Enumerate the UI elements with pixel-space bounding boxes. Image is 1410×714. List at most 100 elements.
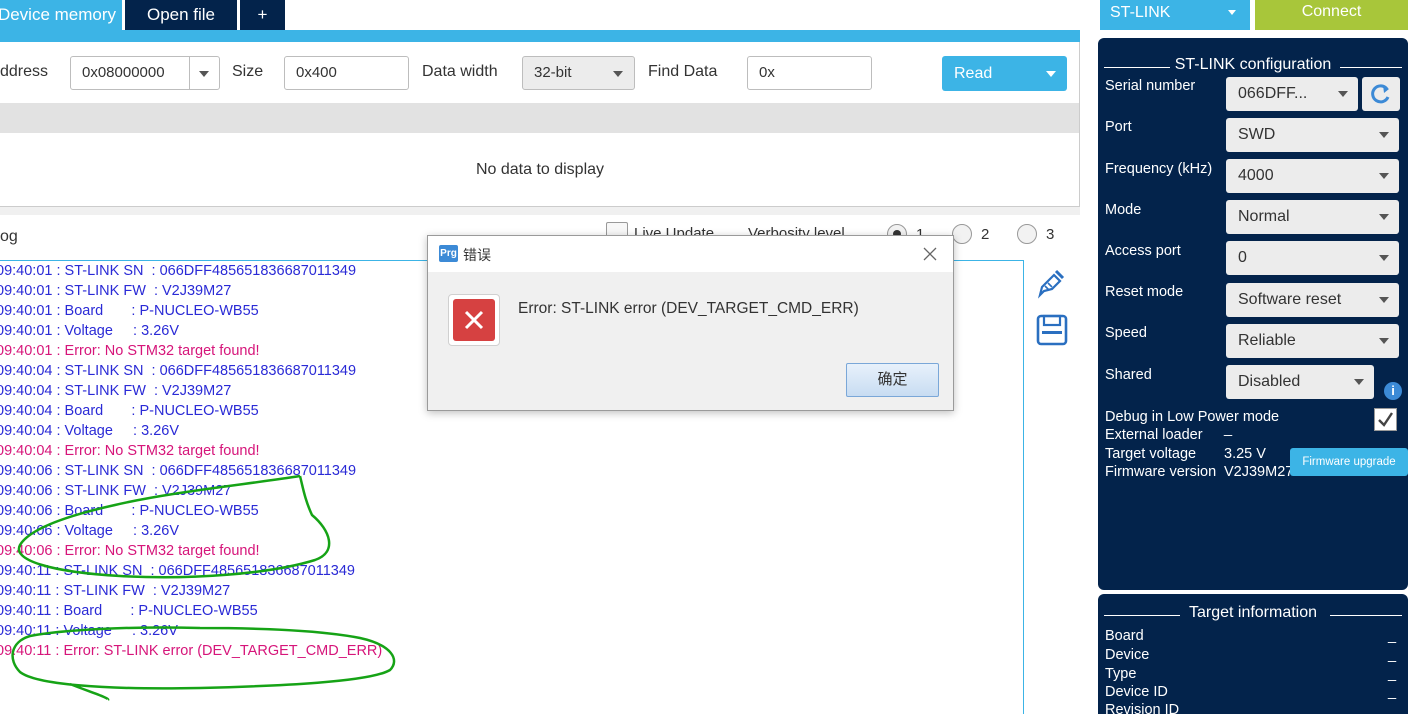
error-dialog: Prg 错误 Error: ST-LINK error (DEV_TARGET_… xyxy=(427,235,954,411)
chevron-down-icon[interactable] xyxy=(199,71,209,77)
target-info-panel: Target information Board _ Device _ Type… xyxy=(1098,594,1408,714)
interface-value: ST-LINK xyxy=(1110,4,1171,21)
target-voltage-label: Target voltage xyxy=(1105,446,1197,462)
dialog-titlebar: Prg 错误 xyxy=(428,236,953,272)
port-value: SWD xyxy=(1238,126,1276,143)
close-icon[interactable] xyxy=(922,246,938,262)
title-rule-right xyxy=(1340,67,1402,68)
tab-device-memory[interactable]: Device memory xyxy=(0,0,122,30)
verbosity-radio-3[interactable] xyxy=(1017,224,1037,244)
reset-mode-select[interactable]: Software reset xyxy=(1226,283,1399,317)
log-line: 09:40:11 : Board : P-NUCLEO-WB55 xyxy=(0,603,258,619)
chevron-down-icon xyxy=(1228,10,1236,15)
address-divider xyxy=(189,57,190,89)
refresh-button[interactable] xyxy=(1362,77,1400,111)
mode-select[interactable]: Normal xyxy=(1226,200,1399,234)
splitter[interactable] xyxy=(0,207,1080,215)
device-id-value: _ xyxy=(1388,684,1397,700)
find-data-value: 0x xyxy=(759,64,775,81)
connect-button[interactable]: Connect xyxy=(1255,0,1408,30)
firmware-upgrade-label: Firmware upgrade xyxy=(1302,456,1396,468)
log-line-error: 09:40:04 : Error: No STM32 target found! xyxy=(0,443,260,459)
log-line: 09:40:06 : ST-LINK SN : 066DFF4856518366… xyxy=(0,463,357,479)
broom-icon[interactable] xyxy=(1036,267,1068,299)
frequency-select[interactable]: 4000 xyxy=(1226,159,1399,193)
data-width-value: 32-bit xyxy=(534,64,572,81)
log-line: 09:40:04 : ST-LINK FW : V2J39M27 xyxy=(0,383,232,399)
chevron-down-icon xyxy=(1379,173,1389,179)
info-icon[interactable]: i xyxy=(1384,382,1402,400)
reset-mode-label: Reset mode xyxy=(1105,284,1184,300)
save-icon[interactable] xyxy=(1036,314,1068,346)
tab-add-button[interactable]: + xyxy=(240,0,285,30)
size-value: 0x400 xyxy=(296,64,337,81)
log-line-error: 09:40:01 : Error: No STM32 target found! xyxy=(0,343,260,359)
tab-underline-bar xyxy=(0,30,1080,42)
memory-table-header xyxy=(0,103,1080,133)
interface-select[interactable]: ST-LINK xyxy=(1100,0,1250,30)
serial-number-select[interactable]: 066DFF... xyxy=(1226,77,1358,111)
find-data-input[interactable]: 0x xyxy=(747,56,872,90)
chevron-down-icon xyxy=(1379,255,1389,261)
log-line: 09:40:11 : ST-LINK SN : 066DFF4856518366… xyxy=(0,563,355,579)
address-combobox[interactable]: 0x08000000 xyxy=(70,56,220,90)
error-icon-frame xyxy=(448,294,500,346)
device-label: Device xyxy=(1105,647,1150,663)
revision-id-label: Revision ID xyxy=(1105,702,1180,714)
checkmark-icon xyxy=(1378,412,1393,427)
port-select[interactable]: SWD xyxy=(1226,118,1399,152)
stlink-config-title: ST-LINK configuration xyxy=(1174,56,1332,73)
stm32-programmer-window: Device memory Open file + ddress 0x08000… xyxy=(0,0,1410,714)
log-line-error: 09:40:06 : Error: No STM32 target found! xyxy=(0,543,260,559)
connect-label: Connect xyxy=(1301,3,1362,20)
ok-button[interactable]: 确定 xyxy=(846,363,939,397)
title-rule-left xyxy=(1104,615,1180,616)
data-width-select[interactable]: 32-bit xyxy=(522,56,635,90)
mode-value: Normal xyxy=(1238,208,1290,225)
tab-open-file[interactable]: Open file xyxy=(125,0,237,30)
firmware-version-value: V2J39M27 xyxy=(1224,464,1294,480)
shared-select[interactable]: Disabled xyxy=(1226,365,1374,399)
verbosity-radio-2[interactable] xyxy=(952,224,972,244)
board-value: _ xyxy=(1388,628,1397,644)
address-label: ddress xyxy=(0,63,49,80)
chevron-down-icon xyxy=(1379,338,1389,344)
firmware-upgrade-button[interactable]: Firmware upgrade xyxy=(1290,448,1408,476)
type-label: Type xyxy=(1105,666,1137,682)
log-line: 09:40:01 : ST-LINK SN : 066DFF4856518366… xyxy=(0,263,357,279)
size-input[interactable]: 0x400 xyxy=(284,56,409,90)
board-label: Board xyxy=(1105,628,1144,644)
chevron-down-icon xyxy=(1338,91,1348,97)
stlink-config-panel: ST-LINK configuration Serial number 066D… xyxy=(1098,38,1408,590)
chevron-down-icon xyxy=(1354,379,1364,385)
chevron-down-icon xyxy=(1379,297,1389,303)
speed-label: Speed xyxy=(1105,325,1147,341)
address-value: 0x08000000 xyxy=(82,64,165,81)
no-data-text: No data to display xyxy=(475,161,605,178)
serial-number-value: 066DFF... xyxy=(1238,85,1308,102)
log-line: 09:40:11 : ST-LINK FW : V2J39M27 xyxy=(0,583,231,599)
firmware-version-label: Firmware version xyxy=(1105,464,1217,480)
device-value: _ xyxy=(1388,647,1397,663)
reset-mode-value: Software reset xyxy=(1238,291,1342,308)
title-rule-left xyxy=(1104,67,1170,68)
log-line: 09:40:04 : Board : P-NUCLEO-WB55 xyxy=(0,403,259,419)
verbosity-option-2: 2 xyxy=(981,226,990,243)
log-line: 09:40:06 : Voltage : 3.26V xyxy=(0,523,179,539)
type-value: _ xyxy=(1388,666,1397,682)
log-line: 09:40:04 : ST-LINK SN : 066DFF4856518366… xyxy=(0,363,357,379)
access-port-select[interactable]: 0 xyxy=(1226,241,1399,275)
target-info-title: Target information xyxy=(1188,604,1318,621)
speed-select[interactable]: Reliable xyxy=(1226,324,1399,358)
refresh-icon xyxy=(1371,84,1390,104)
external-loader-value: _ xyxy=(1224,421,1233,437)
read-button[interactable]: Read xyxy=(942,56,1067,91)
serial-number-label: Serial number xyxy=(1105,78,1196,94)
log-line: 09:40:01 : Board : P-NUCLEO-WB55 xyxy=(0,303,259,319)
chevron-down-icon xyxy=(1379,132,1389,138)
size-label: Size xyxy=(232,63,264,80)
debug-low-power-checkbox[interactable] xyxy=(1374,408,1397,431)
log-line: 09:40:11 : Voltage : 3.26V xyxy=(0,623,178,639)
find-data-label: Find Data xyxy=(648,63,718,80)
log-line: 09:40:06 : Board : P-NUCLEO-WB55 xyxy=(0,503,259,519)
